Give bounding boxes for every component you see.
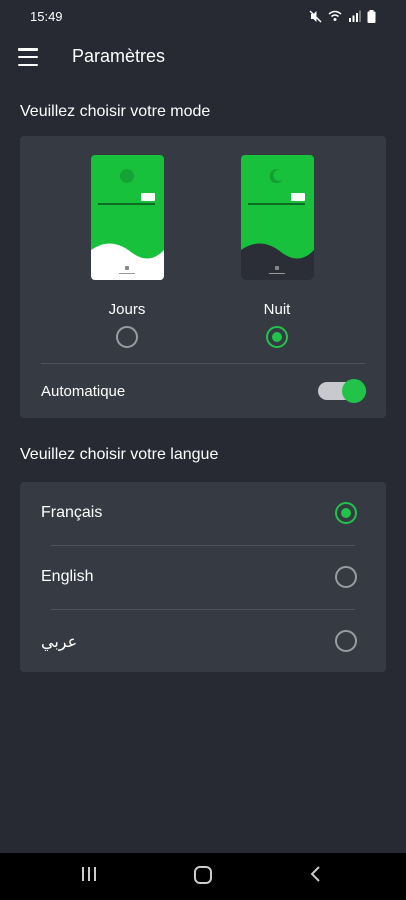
mode-section-title: Veuillez choisir votre mode (20, 103, 211, 120)
app-bar: Paramètres (0, 36, 406, 78)
home-icon[interactable] (193, 865, 213, 890)
page-title: Paramètres (72, 46, 166, 66)
recents-icon[interactable] (80, 865, 98, 888)
language-label: English (41, 568, 94, 585)
radio-english[interactable] (335, 566, 357, 588)
mode-label-night: Nuit (263, 301, 291, 318)
language-option-french[interactable]: Français (20, 482, 386, 546)
wifi-call-icon (328, 10, 342, 22)
mode-divider (41, 363, 365, 364)
radio-arabic[interactable] (335, 630, 357, 652)
radio-night[interactable] (266, 326, 288, 348)
preview-logo-icon (247, 193, 305, 205)
automatic-label: Automatique (41, 383, 126, 400)
preview-logo-icon (97, 193, 155, 205)
back-icon[interactable] (308, 865, 322, 888)
preview-avatar-icon (119, 169, 134, 183)
status-time: 15:49 (30, 8, 63, 24)
battery-icon (367, 9, 376, 23)
preview-bottom-shape (90, 243, 164, 280)
mute-icon (309, 9, 322, 23)
language-section-title: Veuillez choisir votre langue (20, 446, 219, 463)
language-option-english[interactable]: English (20, 546, 386, 610)
status-bar: 15:49 (0, 0, 406, 32)
system-nav-bar (0, 853, 406, 900)
mode-option-day[interactable]: Jours (72, 155, 182, 348)
mode-label-day: Jours (108, 301, 146, 318)
preview-bottom-shape (240, 243, 314, 280)
mode-card: Jours Nuit Automatique (20, 136, 386, 418)
radio-day[interactable] (116, 326, 138, 348)
day-mode-preview[interactable] (90, 155, 164, 280)
language-option-arabic[interactable]: عربي (20, 610, 386, 674)
preview-dot (274, 266, 279, 270)
mode-option-night[interactable]: Nuit (222, 155, 332, 348)
signal-icon (348, 10, 361, 22)
preview-line (118, 273, 135, 274)
automatic-toggle[interactable] (318, 379, 366, 403)
status-icons (309, 9, 376, 23)
language-label: Français (41, 504, 103, 521)
preview-line (268, 273, 285, 274)
radio-french[interactable] (335, 502, 357, 524)
language-label: عربي (41, 634, 78, 651)
night-mode-preview[interactable] (240, 155, 314, 280)
hamburger-menu-icon[interactable] (18, 48, 38, 66)
language-card: Français English عربي (20, 482, 386, 672)
preview-dot (124, 266, 129, 270)
moon-icon (269, 169, 283, 184)
